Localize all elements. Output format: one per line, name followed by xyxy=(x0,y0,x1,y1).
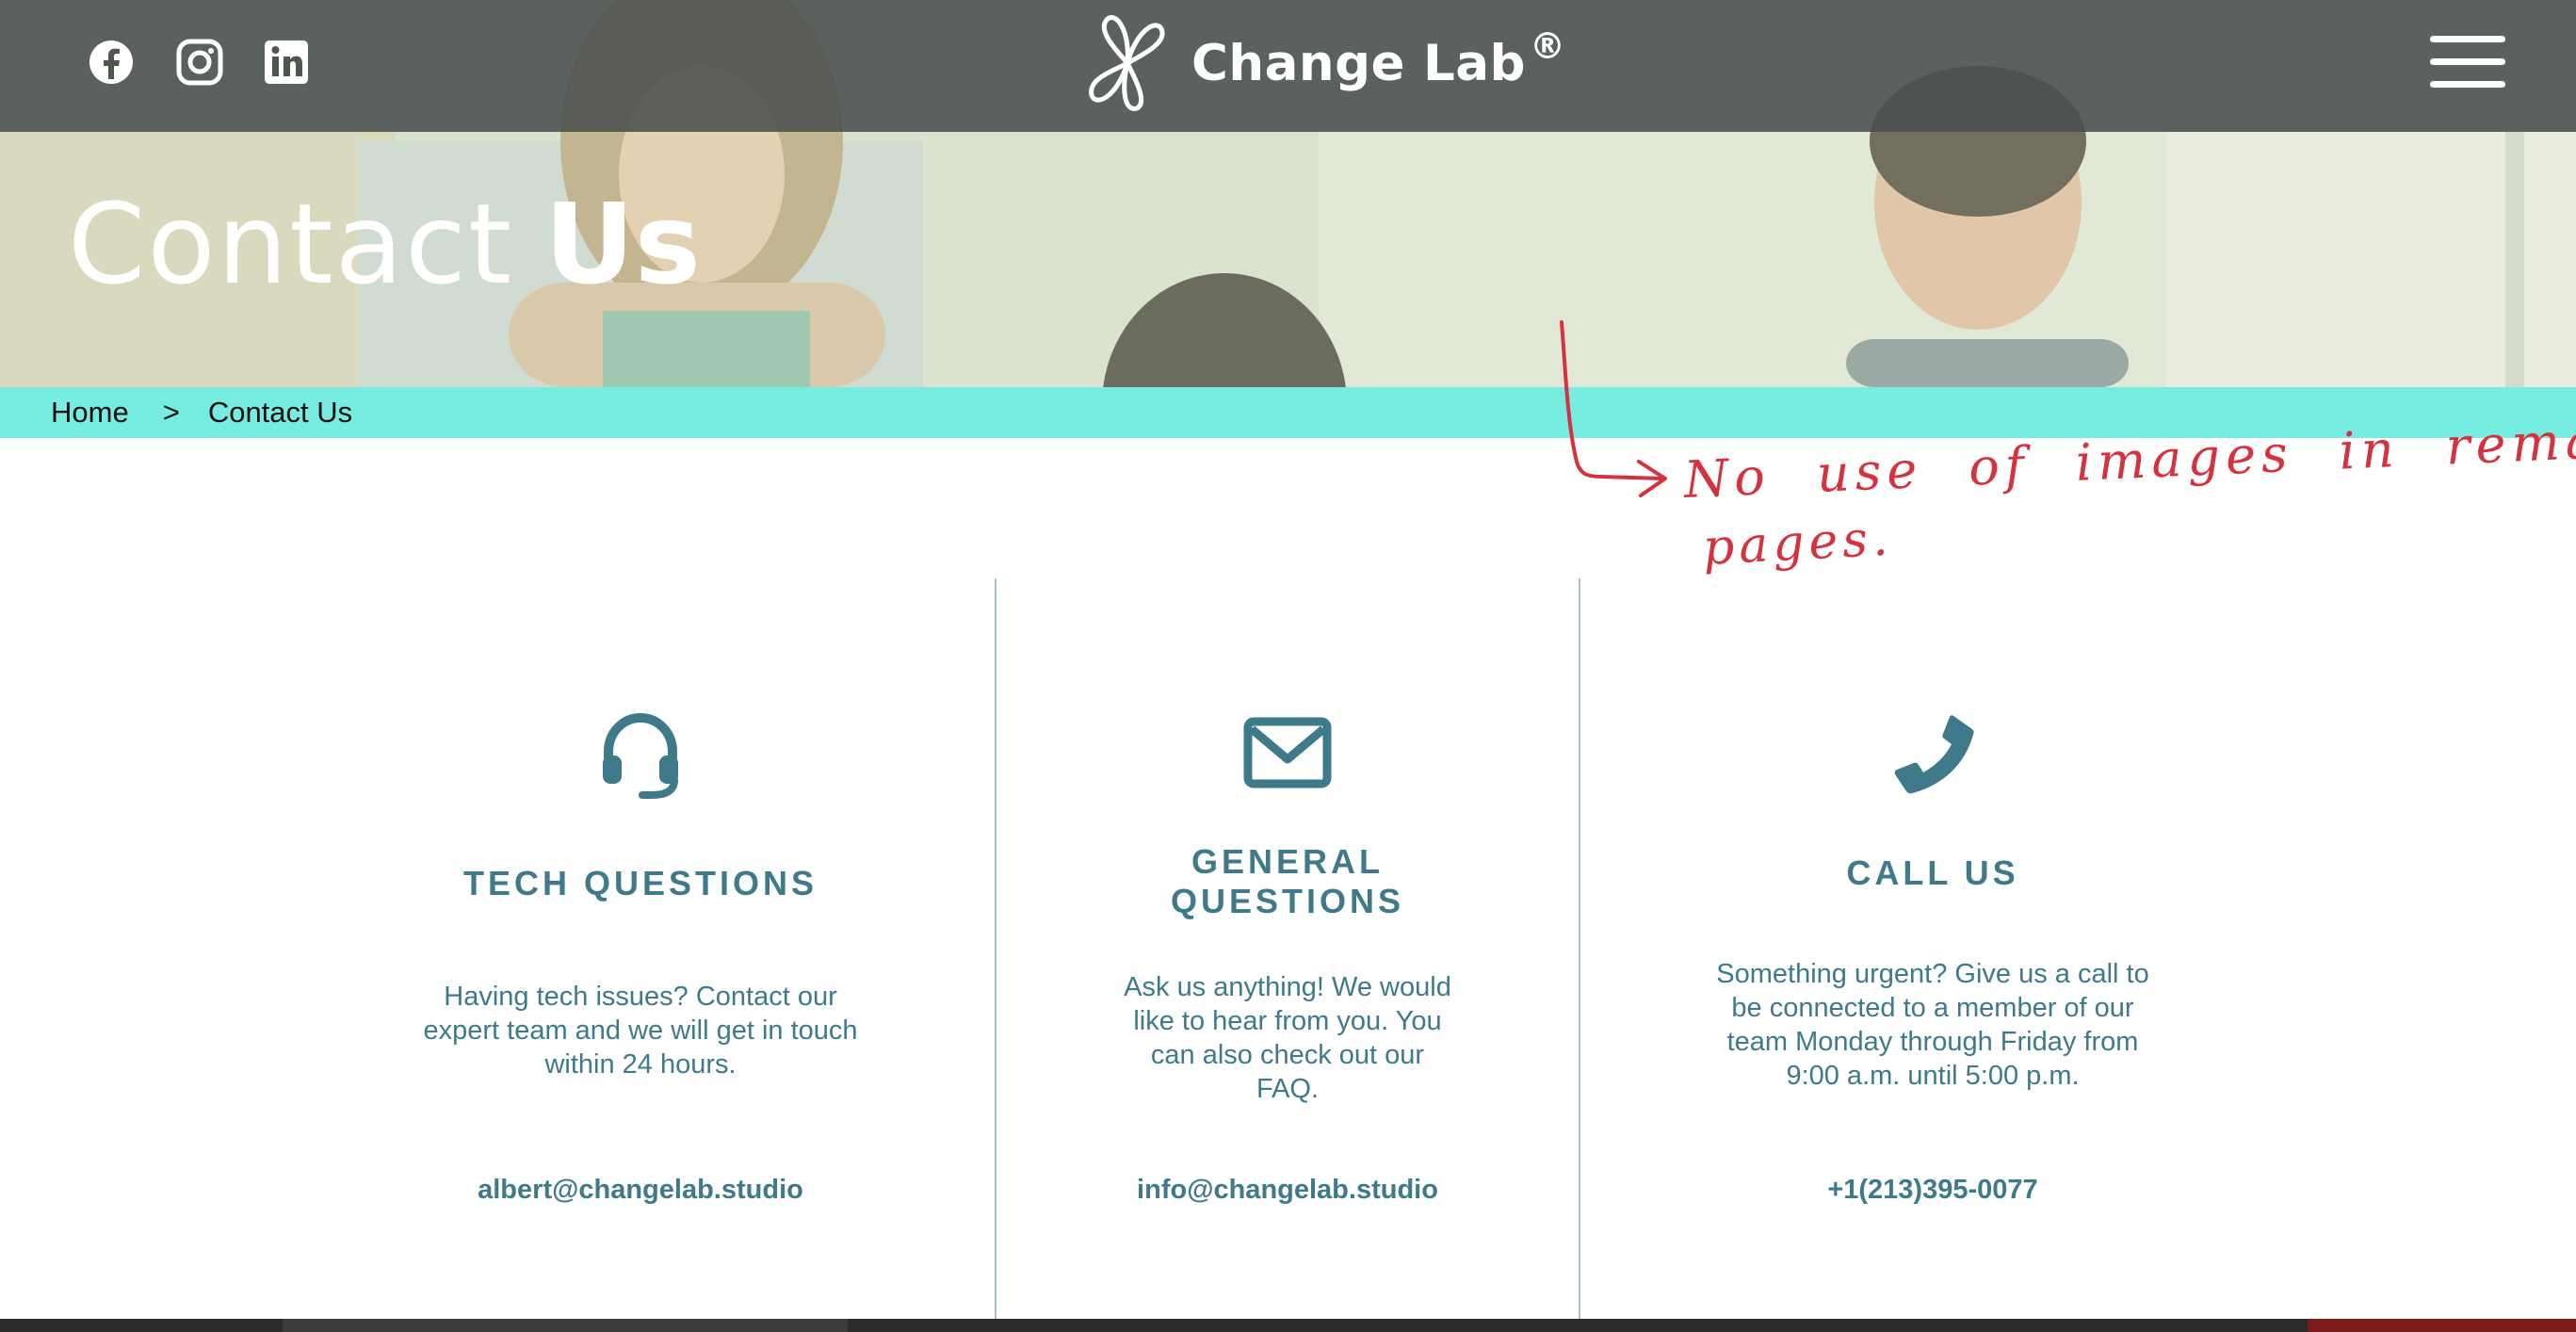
top-navigation-bar: Change Lab ® xyxy=(0,0,2576,132)
page-title-light: Contact xyxy=(68,179,514,309)
card-title: GENERAL QUESTIONS xyxy=(1170,842,1405,920)
handwritten-annotation: No use of images in remaing pages. xyxy=(1545,311,2576,612)
card-phone-link[interactable]: +1(213)395-0077 xyxy=(1709,1175,2156,1206)
instagram-icon[interactable] xyxy=(175,38,224,87)
breadcrumb-separator: > xyxy=(162,396,180,429)
card-description: Having tech issues? Contact our expert t… xyxy=(423,982,858,1080)
column-divider xyxy=(995,578,996,1332)
card-description: Something urgent? Give us a call to be c… xyxy=(1716,959,2149,1091)
hamburger-menu-icon[interactable] xyxy=(2430,36,2505,89)
envelope-icon xyxy=(1242,708,1333,799)
brand[interactable]: Change Lab ® xyxy=(1078,11,1565,115)
breadcrumb-current: Contact Us xyxy=(207,396,353,429)
bottom-status-strip xyxy=(0,1319,2576,1332)
card-title: TECH QUESTIONS xyxy=(462,864,818,902)
headset-icon xyxy=(595,708,686,799)
card-email-link[interactable]: info@changelab.studio xyxy=(1064,1175,1511,1206)
facebook-icon[interactable] xyxy=(87,38,136,87)
registered-mark: ® xyxy=(1529,25,1565,67)
brand-name: Change Lab xyxy=(1191,34,1526,92)
card-description: Ask us anything! We would like to hear f… xyxy=(1124,972,1451,1104)
breadcrumb-home-link[interactable]: Home xyxy=(51,396,129,430)
page-title: Contact Us xyxy=(68,188,701,301)
butterfly-logo-icon xyxy=(1078,12,1176,114)
card-title: CALL US xyxy=(1846,853,2019,892)
card-email-link[interactable]: albert@changelab.studio xyxy=(414,1175,867,1206)
column-divider xyxy=(1579,578,1580,1332)
page-title-bold: Us xyxy=(543,179,701,309)
annotation-line-2: pages. xyxy=(1701,510,1894,577)
linkedin-icon[interactable] xyxy=(262,38,311,87)
phone-icon xyxy=(1887,708,1978,799)
